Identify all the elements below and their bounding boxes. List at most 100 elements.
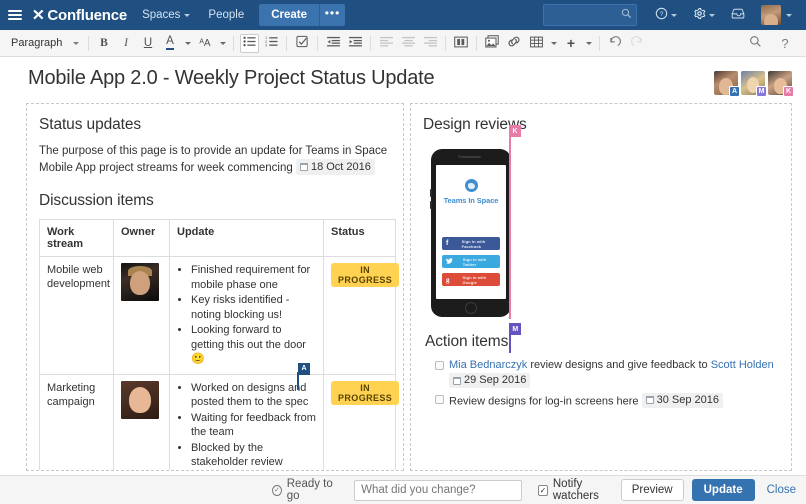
bulleted-list-button[interactable] <box>240 34 259 53</box>
chevron-down-icon <box>73 42 79 45</box>
task-checkbox[interactable] <box>435 395 444 404</box>
date-lozenge-label: 18 Oct 2016 <box>311 159 371 175</box>
nav-search-box[interactable] <box>543 4 637 26</box>
numbered-list-button[interactable]: 123 <box>262 34 281 53</box>
profile-menu-button[interactable] <box>753 0 800 30</box>
paragraph-style-select[interactable]: Paragraph <box>6 33 84 53</box>
editor-help-button[interactable]: ? <box>776 34 795 53</box>
more-formatting-button[interactable]: ᴬA <box>196 34 215 53</box>
italic-button[interactable]: I <box>117 34 136 53</box>
cell-update[interactable]: Worked on designs and posted them to the… <box>170 374 324 471</box>
insert-image-button[interactable] <box>483 34 502 53</box>
teams-in-space-logo-icon <box>465 179 478 192</box>
twitter-signin-button[interactable]: Sign in with Twitter <box>442 255 500 268</box>
outdent-icon <box>327 36 340 50</box>
indent-button[interactable] <box>346 34 365 53</box>
align-center-button[interactable] <box>399 34 418 53</box>
column-header-owner[interactable]: Owner <box>114 220 170 257</box>
date-lozenge[interactable]: 30 Sep 2016 <box>642 393 723 408</box>
close-button[interactable]: Close <box>767 484 796 496</box>
task-checkbox[interactable] <box>435 361 444 370</box>
list-item: Finished requirement for mobile phase on… <box>191 263 317 292</box>
right-column[interactable]: Design reviews Teams In Space f Sign in … <box>410 103 792 471</box>
nav-people[interactable]: People <box>199 0 253 30</box>
gear-icon <box>693 7 706 23</box>
bold-button[interactable]: B <box>95 34 114 53</box>
toolbar-divider <box>317 36 318 51</box>
notify-watchers-toggle[interactable]: ✓ Notify watchers <box>538 478 621 502</box>
chevron-down-icon <box>586 42 592 45</box>
bulleted-list-icon <box>243 36 256 50</box>
table-row[interactable]: Mobile web development Finished requirem… <box>40 257 396 375</box>
collaborator-avatar-k[interactable]: K <box>768 71 792 95</box>
redo-button[interactable] <box>628 34 647 53</box>
date-lozenge[interactable]: 29 Sep 2016 <box>449 373 530 388</box>
undo-button[interactable] <box>606 34 625 53</box>
cell-owner[interactable] <box>114 374 170 471</box>
date-lozenge[interactable]: 18 Oct 2016 <box>296 159 375 175</box>
preview-button[interactable]: Preview <box>621 479 684 501</box>
settings-menu-button[interactable] <box>685 0 723 30</box>
outdent-button[interactable] <box>324 34 343 53</box>
cell-status[interactable]: IN PROGRESS <box>324 374 396 471</box>
find-replace-button[interactable] <box>746 34 765 53</box>
collaborator-avatar-a[interactable]: A <box>714 71 738 95</box>
toolbar-divider <box>599 36 600 51</box>
create-button[interactable]: Create <box>259 4 319 26</box>
mention-link[interactable]: Scott Holden <box>711 359 774 371</box>
align-right-button[interactable] <box>421 34 440 53</box>
discussion-items-table: Work stream Owner Update Status Mobile w… <box>39 219 396 471</box>
confluence-logo[interactable]: ✕ Confluence <box>30 7 133 24</box>
change-comment-input[interactable] <box>354 480 522 501</box>
cell-work-stream[interactable]: Marketing campaign <box>40 374 114 471</box>
underline-label: U <box>144 37 152 49</box>
task-item[interactable]: Review designs for log-in screens here 3… <box>435 393 779 410</box>
task-list-button[interactable] <box>293 34 312 53</box>
phone-volume-down <box>430 201 432 209</box>
cell-update[interactable]: Finished requirement for mobile phase on… <box>170 257 324 375</box>
cell-status[interactable]: IN PROGRESS <box>324 257 396 375</box>
align-left-button[interactable] <box>377 34 396 53</box>
update-button[interactable]: Update <box>692 479 755 501</box>
insert-link-button[interactable] <box>505 34 524 53</box>
search-icon <box>621 8 632 22</box>
page-title[interactable]: Mobile App 2.0 - Weekly Project Status U… <box>28 67 714 90</box>
mention-link[interactable]: Mia Bednarczyk <box>449 359 527 371</box>
task-list-icon <box>296 35 309 51</box>
task-item[interactable]: Mia Bednarczyk review designs and give f… <box>435 358 779 390</box>
collaborator-badge: A <box>729 86 740 97</box>
phone-mockup-image[interactable]: Teams In Space f Sign in with Facebook S… <box>431 149 511 317</box>
notifications-button[interactable] <box>723 0 753 30</box>
insert-more-button[interactable]: + <box>562 34 581 53</box>
insert-more-dropdown[interactable] <box>584 34 594 53</box>
status-updates-heading: Status updates <box>39 116 391 134</box>
create-more-button[interactable]: ••• <box>319 4 345 26</box>
left-column[interactable]: Status updates The purpose of this page … <box>26 103 404 471</box>
google-signin-button[interactable]: g Sign in with Google <box>442 273 500 286</box>
hamburger-menu-icon[interactable] <box>0 0 30 30</box>
calendar-icon <box>453 377 461 385</box>
page-layout-icon <box>454 36 468 51</box>
text-color-button[interactable]: A <box>161 34 180 53</box>
column-header-work-stream[interactable]: Work stream <box>40 220 114 257</box>
column-header-update[interactable]: Update <box>170 220 324 257</box>
help-menu-button[interactable]: ? <box>647 0 685 30</box>
text-color-dropdown[interactable] <box>183 34 193 53</box>
cell-owner[interactable] <box>114 257 170 375</box>
status-badge[interactable]: IN PROGRESS <box>331 263 399 287</box>
collaborator-avatar-m[interactable]: M <box>741 71 765 95</box>
status-badge[interactable]: IN PROGRESS <box>331 381 399 405</box>
insert-table-button[interactable] <box>527 34 546 53</box>
insert-table-dropdown[interactable] <box>549 34 559 53</box>
notify-watchers-checkbox[interactable]: ✓ <box>538 485 548 496</box>
facebook-signin-button[interactable]: f Sign in with Facebook <box>442 237 500 250</box>
cursor-badge: K <box>509 125 521 137</box>
calendar-icon <box>300 163 308 171</box>
column-header-status[interactable]: Status <box>324 220 396 257</box>
cell-work-stream[interactable]: Mobile web development <box>40 257 114 375</box>
underline-button[interactable]: U <box>139 34 158 53</box>
nav-spaces[interactable]: Spaces <box>133 0 199 30</box>
table-row[interactable]: Marketing campaign Worked on designs and… <box>40 374 396 471</box>
more-formatting-dropdown[interactable] <box>218 34 228 53</box>
page-layout-button[interactable] <box>452 34 471 53</box>
